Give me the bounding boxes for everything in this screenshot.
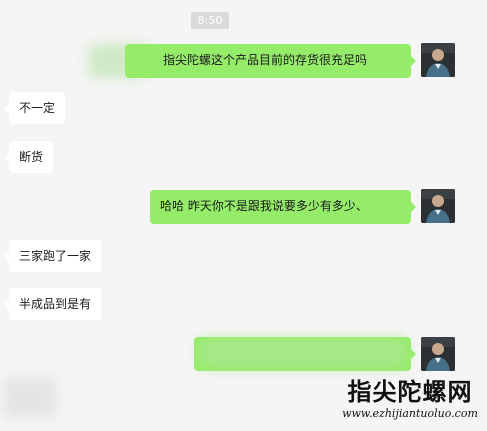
watermark-url: www.ezhijiantuoluo.com — [342, 407, 478, 420]
blurred-region — [4, 378, 56, 418]
avatar[interactable] — [421, 337, 455, 371]
outgoing-message[interactable]: 指尖陀螺这个产品目前的存货很充足吗 — [125, 44, 416, 78]
message-text: 哈哈 昨天你不是跟我说要多少有多少、 — [160, 199, 368, 213]
user-avatar-icon — [421, 43, 455, 77]
message-timestamp: 8:50 — [191, 12, 229, 29]
message-text: 三家跑了一家 — [19, 249, 92, 263]
blurred-region — [200, 339, 406, 367]
incoming-message[interactable]: 不一定 — [3, 92, 66, 124]
chat-window: 8:50 指尖陀螺这个产品目前的存货很充足吗 不一定 断货 哈哈 昨天你不是跟我… — [0, 0, 487, 431]
user-avatar-icon — [421, 189, 455, 223]
avatar[interactable] — [421, 43, 455, 77]
incoming-message[interactable]: 三家跑了一家 — [3, 240, 102, 272]
watermark-title: 指尖陀螺网 — [347, 378, 473, 406]
message-text: 指尖陀螺这个产品目前的存货很充足吗 — [163, 53, 368, 67]
avatar[interactable] — [421, 189, 455, 223]
incoming-message[interactable]: 断货 — [3, 141, 54, 173]
message-text: 断货 — [19, 150, 44, 164]
outgoing-message[interactable]: 哈哈 昨天你不是跟我说要多少有多少、 — [150, 190, 416, 224]
incoming-message[interactable]: 半成品到是有 — [3, 288, 102, 320]
site-watermark: 指尖陀螺网 www.ezhijiantuoluo.com — [340, 377, 480, 429]
message-text: 不一定 — [19, 101, 56, 115]
message-text: 半成品到是有 — [19, 297, 92, 311]
user-avatar-icon — [421, 337, 455, 371]
